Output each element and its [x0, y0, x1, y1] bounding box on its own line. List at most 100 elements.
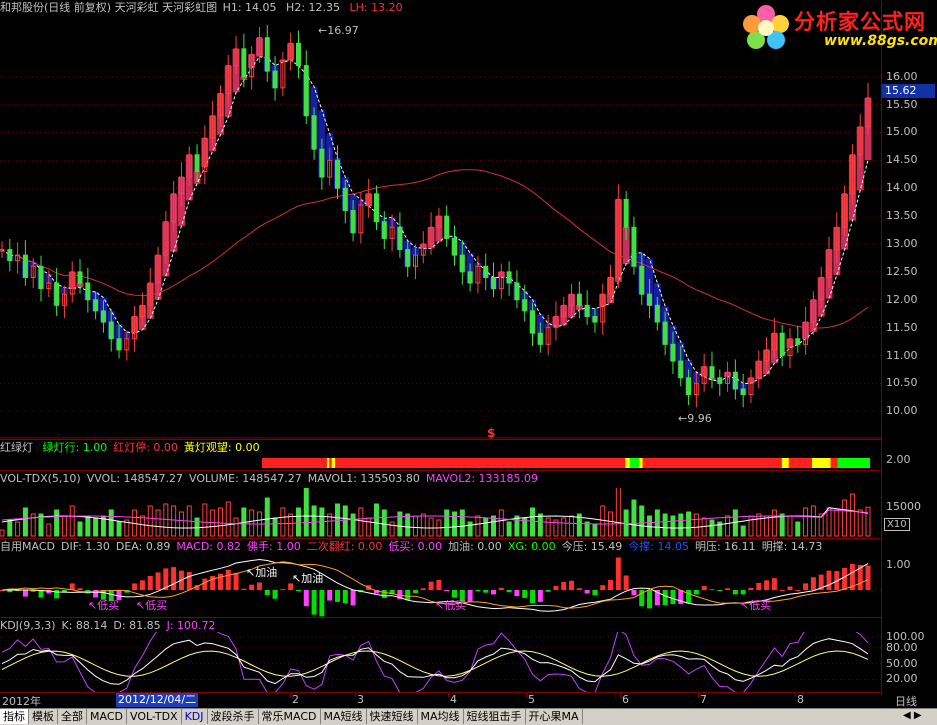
candle-body — [444, 215, 450, 239]
macd-bar — [670, 590, 676, 605]
toolbar-tab[interactable]: MA短线 — [321, 709, 367, 724]
light-panel-item: 黃灯观望: 0.00 — [183, 441, 260, 454]
volume-bar — [452, 511, 458, 537]
macd-bar — [842, 568, 848, 590]
light-segment — [837, 458, 870, 468]
dimai-label: ↖低买 — [88, 599, 120, 612]
volume-bar — [647, 515, 653, 537]
toolbar-tab[interactable]: 短线狙击手 — [464, 709, 526, 724]
volume-bar — [233, 517, 239, 537]
macd-bar — [303, 590, 309, 607]
toolbar-tab[interactable]: 指标 — [0, 709, 29, 724]
macd-bar — [647, 590, 653, 609]
candle-body — [631, 226, 637, 267]
month-tick — [355, 693, 356, 697]
volume-bar — [639, 505, 645, 537]
price-tick-label: 15.00 — [886, 125, 918, 139]
smoothed-line — [1, 56, 869, 384]
candle-body — [732, 371, 738, 390]
macd-panel-item: DEA: 0.89 — [115, 540, 171, 553]
macd-panel-item: 今撑: 14.05 — [628, 540, 689, 553]
macd-panel-item: DIF: 1.30 — [60, 540, 110, 553]
volume-bar — [631, 499, 637, 537]
volume-bar — [670, 515, 676, 537]
dimai-label: ↖低买 — [435, 599, 467, 612]
volume-bar — [857, 509, 863, 537]
light-segment — [331, 458, 336, 468]
light-axis-label: 2.00 — [886, 453, 911, 466]
selected-date[interactable]: 2012/12/04/二 — [116, 693, 199, 707]
volume-bar — [405, 513, 411, 537]
light-panel-items: 绿灯行: 1.00 红灯停: 0.00 黃灯观望: 0.00 — [43, 441, 266, 454]
macd-bar — [444, 590, 450, 591]
macd-bar — [350, 590, 356, 606]
last-price-tag: 15.62 — [882, 84, 935, 98]
toolbar-tab[interactable]: 快速短线 — [367, 709, 418, 724]
toolbar-tab[interactable]: 波段杀手 — [208, 709, 259, 724]
moving-average-line — [17, 169, 869, 329]
macd-bar — [701, 586, 707, 590]
scroll-arrows-icon[interactable]: ◀ ▶ — [903, 710, 933, 723]
macd-bar — [428, 581, 434, 590]
macd-bar — [608, 579, 614, 590]
volume-bar — [272, 517, 278, 537]
toolbar-tab[interactable]: VOL-TDX — [127, 709, 182, 724]
volume-bar — [693, 513, 699, 537]
macd-bar — [334, 590, 340, 602]
macd-bar — [662, 590, 668, 605]
d-line — [1, 650, 869, 677]
toolbar-tab[interactable]: MA均线 — [418, 709, 464, 724]
light-panel-item: 红灯停: 0.00 — [113, 441, 178, 454]
volume-bar — [795, 521, 801, 537]
volume-bar — [373, 503, 379, 537]
volume-bar — [7, 519, 13, 537]
macd-bar — [155, 572, 161, 590]
macd-bar — [272, 590, 278, 599]
toolbar-tab[interactable]: MACD — [87, 709, 127, 724]
candle-body — [350, 210, 356, 234]
volume-bar — [623, 509, 629, 537]
volume-bar — [834, 509, 840, 537]
kdj-chart[interactable] — [0, 632, 881, 692]
volume-bar — [61, 515, 67, 537]
volume-bar — [280, 507, 286, 537]
volume-bar — [491, 515, 497, 537]
period-label[interactable]: 日线 — [895, 693, 917, 709]
volume-bar — [0, 529, 5, 537]
candle-body — [397, 226, 403, 251]
toolbar-tab[interactable]: KDJ — [182, 709, 208, 724]
volume-bar — [202, 503, 208, 537]
macd-bar — [865, 565, 871, 590]
volume-bar — [849, 493, 855, 537]
volume-bar — [686, 511, 692, 537]
mavol1-line — [1, 507, 869, 529]
macd-bar — [709, 589, 715, 591]
macd-panel-item: 佛手: 1.00 — [247, 540, 301, 553]
candle-body — [639, 265, 645, 295]
toolbar-tab[interactable]: 全部 — [58, 709, 87, 724]
toolbar-tab[interactable]: 常乐MACD — [259, 709, 321, 724]
toolbar-tab[interactable]: 模板 — [29, 709, 58, 724]
volume-bar — [295, 507, 301, 537]
candle-body — [576, 293, 582, 306]
volume-chart[interactable] — [0, 488, 881, 538]
toolbar-tab[interactable]: 开心果MA — [526, 709, 583, 724]
candle-body — [514, 282, 520, 301]
macd-bar — [498, 587, 504, 590]
candle-body — [670, 343, 676, 362]
candle-body — [740, 388, 746, 396]
volume-bar — [483, 517, 489, 537]
candle-body — [311, 115, 317, 150]
price-tick-label: 11.50 — [886, 320, 918, 334]
indicator-toolbar: 指标 模板 全部 MACD VOL-TDX KDJ 波段杀手 常乐MACD MA短线 快速短线 MA… — [0, 708, 937, 725]
volume-bar — [756, 513, 762, 537]
price-chart[interactable] — [0, 0, 881, 440]
candle-body — [381, 221, 387, 239]
volume-bar — [350, 513, 356, 537]
macd-bar — [311, 590, 317, 615]
volume-bar — [865, 506, 871, 537]
macd-panel-header: 自用MACD DIF: 1.30 DEA: 0.89 MACD: 0.82 佛手: 1.… — [0, 539, 828, 555]
candle-body — [405, 249, 411, 267]
light-segment — [335, 458, 626, 468]
macd-panel-item: 今压: 15.49 — [561, 540, 623, 553]
